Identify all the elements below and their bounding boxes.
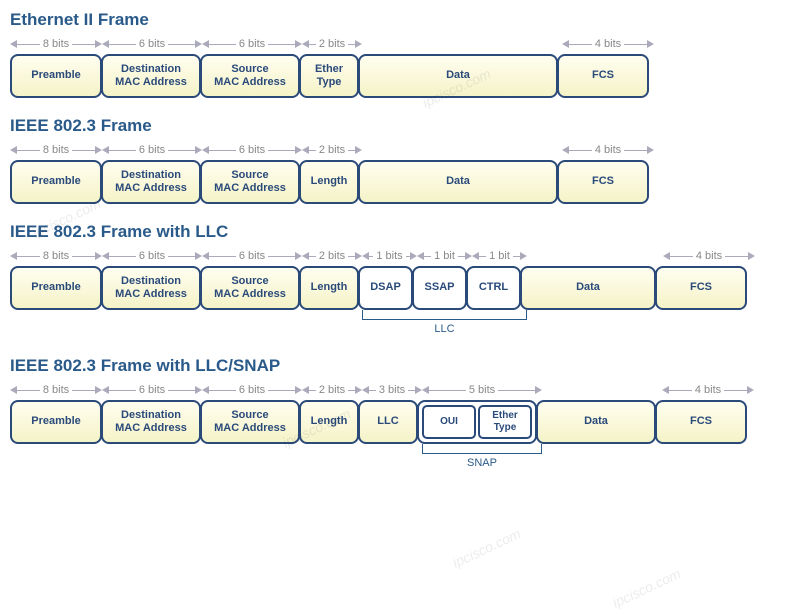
frame-field: DestinationMAC Address bbox=[101, 400, 201, 444]
size-label: 6 bits bbox=[202, 144, 302, 156]
frame-field: DestinationMAC Address bbox=[101, 54, 201, 98]
frame-section: IEEE 802.3 Frame with LLC/SNAP8 bits6 bi… bbox=[10, 356, 793, 472]
size-label: 6 bits bbox=[102, 144, 202, 156]
frame-field: OUIEther Type bbox=[417, 400, 537, 444]
size-label: 6 bits bbox=[202, 384, 302, 396]
field-row: PreambleDestinationMAC AddressSourceMAC … bbox=[10, 160, 793, 204]
size-label: 2 bits bbox=[302, 38, 362, 50]
size-row: 8 bits6 bits6 bits2 bits4 bits bbox=[10, 142, 793, 158]
size-label: 1 bit bbox=[417, 250, 472, 262]
frame-field: Length bbox=[299, 266, 359, 310]
frame-section: IEEE 802.3 Frame8 bits6 bits6 bits2 bits… bbox=[10, 116, 793, 204]
frame-field: Preamble bbox=[10, 160, 102, 204]
bracket bbox=[362, 310, 527, 320]
frame-field: CTRL bbox=[466, 266, 521, 310]
frame-field: Preamble bbox=[10, 54, 102, 98]
nested-field: Ether Type bbox=[478, 405, 532, 439]
size-label: 4 bits bbox=[663, 250, 755, 262]
size-row: 8 bits6 bits6 bits2 bits1 bits1 bit1 bit… bbox=[10, 248, 793, 264]
frame-title: IEEE 802.3 Frame bbox=[10, 116, 793, 136]
frame-field: SourceMAC Address bbox=[200, 400, 300, 444]
frame-field: DestinationMAC Address bbox=[101, 160, 201, 204]
bracket bbox=[422, 444, 542, 454]
frame-field: Preamble bbox=[10, 266, 102, 310]
frame-field: Length bbox=[299, 400, 359, 444]
size-label: 4 bits bbox=[562, 144, 654, 156]
frame-field: Data bbox=[520, 266, 656, 310]
frame-title: Ethernet II Frame bbox=[10, 10, 793, 30]
frame-field: Length bbox=[299, 160, 359, 204]
size-label: 6 bits bbox=[102, 384, 202, 396]
frame-title: IEEE 802.3 Frame with LLC/SNAP bbox=[10, 356, 793, 376]
size-label: 8 bits bbox=[10, 38, 102, 50]
size-label: 6 bits bbox=[202, 250, 302, 262]
size-label: 1 bit bbox=[472, 250, 527, 262]
frame-field: DestinationMAC Address bbox=[101, 266, 201, 310]
nested-field: OUI bbox=[422, 405, 476, 439]
frame-field: FCS bbox=[655, 266, 747, 310]
size-row: 8 bits6 bits6 bits2 bits3 bits5 bits4 bi… bbox=[10, 382, 793, 398]
size-label: 5 bits bbox=[422, 384, 542, 396]
size-label: 4 bits bbox=[562, 38, 654, 50]
frame-section: Ethernet II Frame8 bits6 bits6 bits2 bit… bbox=[10, 10, 793, 98]
size-label: 4 bits bbox=[662, 384, 754, 396]
size-label: 8 bits bbox=[10, 250, 102, 262]
size-label: 6 bits bbox=[102, 250, 202, 262]
size-label: 6 bits bbox=[202, 38, 302, 50]
frame-title: IEEE 802.3 Frame with LLC bbox=[10, 222, 793, 242]
field-row: PreambleDestinationMAC AddressSourceMAC … bbox=[10, 400, 793, 444]
frame-field: SourceMAC Address bbox=[200, 54, 300, 98]
frame-field: Data bbox=[358, 160, 558, 204]
frame-field: DSAP bbox=[358, 266, 413, 310]
size-label: 6 bits bbox=[102, 38, 202, 50]
bracket-label: LLC bbox=[362, 323, 527, 335]
frame-field: SourceMAC Address bbox=[200, 160, 300, 204]
frame-field: Preamble bbox=[10, 400, 102, 444]
size-row: 8 bits6 bits6 bits2 bits4 bits bbox=[10, 36, 793, 52]
frame-field: FCS bbox=[557, 160, 649, 204]
bracket-label: SNAP bbox=[422, 457, 542, 469]
watermark: ipcisco.com bbox=[450, 525, 523, 570]
size-label: 8 bits bbox=[10, 144, 102, 156]
frame-field: EtherType bbox=[299, 54, 359, 98]
frame-field: FCS bbox=[557, 54, 649, 98]
size-label: 1 bits bbox=[362, 250, 417, 262]
frame-field: LLC bbox=[358, 400, 418, 444]
field-row: PreambleDestinationMAC AddressSourceMAC … bbox=[10, 266, 793, 310]
field-row: PreambleDestinationMAC AddressSourceMAC … bbox=[10, 54, 793, 98]
size-label: 8 bits bbox=[10, 384, 102, 396]
frame-field: Data bbox=[536, 400, 656, 444]
size-label: 2 bits bbox=[302, 250, 362, 262]
size-label: 2 bits bbox=[302, 384, 362, 396]
frame-field: SSAP bbox=[412, 266, 467, 310]
frame-field: Data bbox=[358, 54, 558, 98]
frame-field: SourceMAC Address bbox=[200, 266, 300, 310]
frame-field: FCS bbox=[655, 400, 747, 444]
frame-section: IEEE 802.3 Frame with LLC8 bits6 bits6 b… bbox=[10, 222, 793, 338]
size-label: 2 bits bbox=[302, 144, 362, 156]
size-label: 3 bits bbox=[362, 384, 422, 396]
